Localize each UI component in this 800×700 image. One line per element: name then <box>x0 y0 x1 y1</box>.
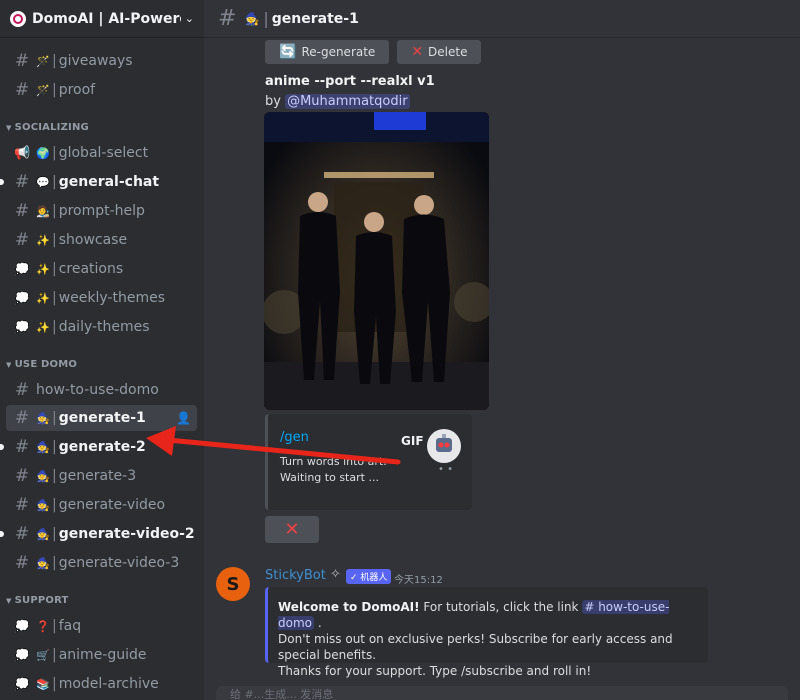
caret-down-icon: ▼ <box>6 123 12 132</box>
channel-creations[interactable]: 💭 ✨ | creations <box>6 256 197 282</box>
forum-icon: 💭 <box>14 619 30 633</box>
channel-general-chat[interactable]: # 💬 | general-chat <box>0 169 197 195</box>
server-name: DomoAI | AI-Powered A <box>32 10 181 27</box>
category-support[interactable]: ▼ SUPPORT <box>6 595 69 606</box>
close-icon: ✕ <box>411 44 424 60</box>
channel-sidebar: DomoAI | AI-Powered A ⌄ # 🪄 | giveaways … <box>0 0 204 700</box>
channel-proof[interactable]: # 🪄 | proof <box>6 77 197 103</box>
megaphone-icon: 📢 <box>14 145 31 161</box>
delete-button[interactable]: ✕ Delete <box>397 40 482 64</box>
unread-indicator <box>0 531 4 537</box>
photo-three-men-suits <box>264 112 489 410</box>
hash-icon: # <box>14 51 30 71</box>
channel-anime-guide[interactable]: 💭 🛒 | anime-guide <box>6 642 197 668</box>
channel-generate-video-2[interactable]: # 🧙 | generate-video-2 <box>0 521 197 547</box>
message-author[interactable]: StickyBot <box>265 568 326 583</box>
channel-prompt-help[interactable]: # 🧑‍🎨 | prompt-help <box>6 198 197 224</box>
unread-indicator <box>0 179 4 185</box>
channel-generate-video[interactable]: # 🧙 | generate-video <box>6 492 197 518</box>
channel-label: proof <box>58 82 96 98</box>
message-input[interactable]: 给 #...生成... 发消息 <box>216 686 788 700</box>
channel-emoji: 🪄 <box>36 83 50 97</box>
channel-how-to-use-domo[interactable]: # how-to-use-domo <box>6 377 197 403</box>
channel-weekly-themes[interactable]: 💭 ✨ | weekly-themes <box>6 285 197 311</box>
channel-generate-2[interactable]: # 🧙 | generate-2 <box>0 434 197 460</box>
channel-global-select[interactable]: 📢 🌍 | global-select <box>6 140 197 166</box>
hash-icon: # <box>218 6 237 31</box>
hash-icon: # <box>14 380 30 400</box>
server-header[interactable]: DomoAI | AI-Powered A ⌄ <box>0 0 204 38</box>
forum-icon: 💭 <box>14 320 30 334</box>
stickybot-avatar[interactable]: S <box>216 567 250 601</box>
timestamp: 今天15:12 <box>394 575 443 586</box>
sparkle-icon: ✧ <box>330 567 341 582</box>
channel-daily-themes[interactable]: 💭 ✨ | daily-themes <box>6 314 197 340</box>
hash-icon: # <box>14 437 30 457</box>
caret-down-icon: ▼ <box>6 596 12 605</box>
chevron-down-icon[interactable]: ⌄ <box>185 12 194 25</box>
welcome-embed: Welcome to DomoAI! For tutorials, click … <box>265 587 708 678</box>
forum-icon: 💭 <box>14 648 30 662</box>
forum-icon: 💭 <box>14 262 30 276</box>
gif-label: GIF <box>401 434 424 448</box>
embed-description: Turn words into art. Waiting to start ..… <box>280 455 387 484</box>
caret-down-icon: ▼ <box>6 360 12 369</box>
channel-label: giveaways <box>58 53 133 69</box>
hash-icon: # <box>14 172 30 192</box>
refresh-icon: 🔄 <box>279 44 297 60</box>
message-actions: 🔄 Re-generate ✕ Delete <box>265 40 482 64</box>
user-mention[interactable]: @Muhammatqodir <box>285 94 410 109</box>
carousel-dots: • • <box>438 464 453 475</box>
hash-icon: # <box>14 553 30 573</box>
channel-showcase[interactable]: # ✨ | showcase <box>6 227 197 253</box>
channel-emoji: 🪄 <box>36 54 50 68</box>
channel-model-archive[interactable]: 💭 📚 | model-archive <box>6 671 197 697</box>
command-link[interactable]: /gen <box>280 430 309 445</box>
robot-avatar-icon <box>427 429 461 463</box>
chat-area: # 🧙 | generate-1 🔄 Re-generate ✕ Delete … <box>204 0 800 700</box>
close-icon: ✕ <box>284 519 300 539</box>
by-line: by @Muhammatqodir <box>265 94 410 109</box>
hash-icon: # <box>14 230 30 250</box>
bot-embed: /gen Turn words into art. Waiting to sta… <box>265 414 472 510</box>
cancel-button[interactable]: ✕ <box>265 516 319 543</box>
channel-faq[interactable]: 💭 ❓ | faq <box>6 613 197 639</box>
channel-giveaways[interactable]: # 🪄 | giveaways <box>6 48 197 74</box>
channel-generate-1[interactable]: # 🧙 | generate-1 👤 <box>6 405 197 431</box>
channel-header: # 🧙 | generate-1 <box>204 0 800 38</box>
hash-icon: # <box>14 524 30 544</box>
channel-generate-3[interactable]: # 🧙 | generate-3 <box>6 463 197 489</box>
channel-title: generate-1 <box>271 10 359 27</box>
hash-icon: # <box>14 201 30 221</box>
hash-icon: # <box>14 408 30 428</box>
generated-image[interactable] <box>264 112 489 410</box>
channel-generate-video-3[interactable]: # 🧙 | generate-video-3 <box>6 550 197 576</box>
prompt-text: anime --port --realxl v1 <box>265 74 435 89</box>
hash-icon: # <box>14 466 30 486</box>
category-use-domo[interactable]: ▼ USE DOMO <box>6 359 77 370</box>
bot-badge: ✓ 机器人 <box>346 569 392 584</box>
add-member-icon[interactable]: 👤 <box>176 411 191 425</box>
forum-icon: 💭 <box>14 291 30 305</box>
forum-icon: 💭 <box>14 677 30 691</box>
hash-icon: # <box>14 495 30 515</box>
regenerate-button[interactable]: 🔄 Re-generate <box>265 40 390 64</box>
channel-emoji: 🧙 <box>244 11 260 26</box>
hash-icon: # <box>14 80 30 100</box>
unread-indicator <box>0 444 4 450</box>
server-logo-icon <box>10 10 26 27</box>
category-socializing[interactable]: ▼ SOCIALIZING <box>6 122 89 133</box>
